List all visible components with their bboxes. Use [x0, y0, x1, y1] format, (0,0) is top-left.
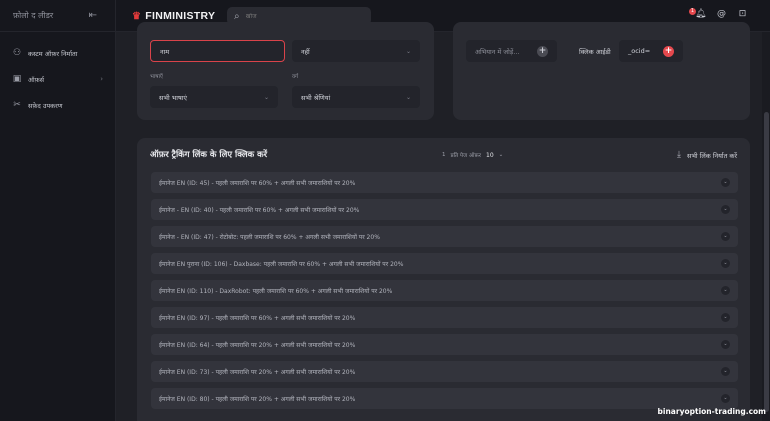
- add-click-id-icon[interactable]: +: [663, 45, 674, 57]
- offer-row[interactable]: ईमानेज - EN (ID: 40) - पहली जमाराशि पर 6…: [151, 199, 738, 220]
- category-select[interactable]: सभी श्रेणियां ⌄: [292, 86, 420, 108]
- language-select[interactable]: सभी भाषाएं ⌄: [150, 86, 278, 108]
- chevron-down-icon[interactable]: ⌄: [721, 232, 730, 241]
- category-label: वर्ग: [292, 74, 299, 80]
- click-id-value: _ocid=: [628, 47, 651, 55]
- sidebar: फ़ोलो द लीडर ⇤ ⚇ कस्टम ऑफ़र निर्माता ▣ ऑ…: [0, 0, 116, 421]
- chevron-down-icon[interactable]: ⌄: [721, 286, 730, 295]
- search-input[interactable]: [245, 12, 346, 20]
- offer-row-label: ईमानेज EN (ID: 64) - पहली जमाराशि पर 20%…: [159, 341, 356, 349]
- campaign-param-field[interactable]: अभियान में जोड़ें... +: [466, 40, 557, 62]
- offer-row[interactable]: ईमानेज EN (ID: 97) - पहली जमाराशि पर 60%…: [151, 307, 738, 328]
- export-label: सभी लिंक निर्यात करें: [686, 151, 737, 160]
- export-links-button[interactable]: ⤓ सभी लिंक निर्यात करें: [677, 150, 737, 160]
- offer-row[interactable]: ईमानेज - EN (ID: 47) - रोटोबोट: पहली जमा…: [151, 226, 738, 247]
- sidebar-item-custom-offer[interactable]: ⚇ कस्टम ऑफ़र निर्माता: [0, 42, 115, 64]
- brand-name: FINMINISTRY: [145, 10, 216, 22]
- gift-icon: ▣: [12, 74, 22, 84]
- offer-row[interactable]: ईमानेज EN (ID: 80) - पहली जमाराशि पर 20%…: [151, 388, 738, 409]
- chevron-down-icon: ⌄: [263, 93, 269, 101]
- chevron-down-icon[interactable]: ⌄: [721, 340, 730, 349]
- sidebar-header: फ़ोलो द लीडर ⇤: [0, 0, 115, 32]
- offer-row-label: ईमानेज - EN (ID: 40) - पहली जमाराशि पर 6…: [159, 206, 360, 214]
- status-select[interactable]: नहीं ⌄: [292, 40, 420, 62]
- sidebar-item-label: ऑफ़र्स: [28, 75, 45, 84]
- per-page-value: 10: [486, 151, 494, 159]
- sidebar-item-label: सफ़ेद उपकरण: [28, 101, 63, 110]
- tracking-params-card: अभियान में जोड़ें... + क्लिक आईडी _ocid=…: [453, 22, 750, 120]
- offer-row[interactable]: ईमानेज EN (ID: 110) - DaxRobot: पहली जमा…: [151, 280, 738, 301]
- crown-icon: ♛: [132, 10, 142, 22]
- category-select-value: सभी श्रेणियां: [301, 93, 331, 102]
- per-page-label: प्रति पेज ऑफ़र: [450, 153, 482, 159]
- users-icon: ⚇: [12, 48, 22, 58]
- chevron-down-icon[interactable]: ⌄: [721, 313, 730, 322]
- scrollbar[interactable]: [762, 32, 770, 421]
- offer-row-label: ईमानेज EN (ID: 97) - पहली जमाराशि पर 60%…: [159, 314, 356, 322]
- add-param-icon[interactable]: +: [537, 45, 548, 57]
- click-id-field[interactable]: _ocid= +: [619, 40, 683, 62]
- download-icon: ⤓: [676, 150, 681, 160]
- tools-icon: ✂: [13, 100, 21, 110]
- watermark-text: binaryoption-trading.com: [657, 407, 766, 416]
- offer-row-label: ईमानेज EN पुराना (ID: 106) - Daxbase: पह…: [159, 260, 404, 268]
- offer-row-label: ईमानेज EN (ID: 80) - पहली जमाराशि पर 20%…: [159, 395, 356, 403]
- offers-title: ऑफ़र ट्रैकिंग लिंक के लिए क्लिक करें: [150, 150, 268, 160]
- offer-row-label: ईमानेज EN (ID: 110) - DaxRobot: पहली जमा…: [159, 287, 393, 295]
- chevron-down-icon[interactable]: ⌄: [721, 367, 730, 376]
- name-field[interactable]: नाम: [150, 40, 285, 62]
- sidebar-toggle-icon[interactable]: ⇤: [89, 10, 97, 21]
- chevron-down-icon: ⌄: [405, 47, 411, 55]
- chevron-down-icon: ⌄: [405, 93, 411, 101]
- notification-badge: 1: [689, 8, 696, 15]
- search-icon: ⌕: [234, 10, 240, 22]
- brand-logo[interactable]: ♛ FINMINISTRY: [132, 10, 215, 22]
- offer-row-label: ईमानेज EN (ID: 73) - पहली जमाराशि पर 20%…: [159, 368, 356, 376]
- offer-row-label: ईमानेज EN (ID: 45) - पहली जमाराशि पर 60%…: [159, 179, 356, 187]
- per-page-prefix: 1: [442, 152, 446, 158]
- bell-icon[interactable]: 1 🔔︎: [689, 8, 706, 20]
- per-page-control[interactable]: 1 प्रति पेज ऑफ़र 10 ⌄: [442, 151, 504, 160]
- sidebar-title: फ़ोलो द लीडर: [13, 11, 54, 20]
- scrollbar-thumb[interactable]: [764, 112, 769, 412]
- language-label: भाषाएँ: [150, 74, 163, 80]
- chevron-right-icon: ›: [100, 75, 103, 83]
- sidebar-item-white-tools[interactable]: ✂ सफ़ेद उपकरण: [0, 94, 115, 116]
- name-field-placeholder: नाम: [160, 47, 170, 56]
- offer-row-label: ईमानेज - EN (ID: 47) - रोटोबोट: पहली जमा…: [159, 233, 380, 241]
- at-icon[interactable]: @: [716, 9, 727, 20]
- chevron-down-icon[interactable]: ⌄: [721, 178, 730, 187]
- offer-row[interactable]: ईमानेज EN (ID: 45) - पहली जमाराशि पर 60%…: [151, 172, 738, 193]
- sidebar-item-offers[interactable]: ▣ ऑफ़र्स ›: [0, 68, 115, 90]
- click-id-label: क्लिक आईडी: [579, 48, 611, 56]
- status-select-value: नहीं: [301, 47, 310, 56]
- campaign-param-placeholder: अभियान में जोड़ें...: [475, 47, 520, 56]
- offer-row[interactable]: ईमानेज EN पुराना (ID: 106) - Daxbase: पह…: [151, 253, 738, 274]
- language-select-value: सभी भाषाएं: [159, 93, 188, 102]
- top-icons: 1 🔔︎ @ ⊡: [689, 8, 748, 20]
- offers-panel: ऑफ़र ट्रैकिंग लिंक के लिए क्लिक करें 1 प…: [137, 138, 750, 421]
- chevron-down-icon: ⌄: [498, 152, 504, 158]
- account-icon[interactable]: ⊡: [737, 9, 748, 20]
- offer-row[interactable]: ईमानेज EN (ID: 73) - पहली जमाराशि पर 20%…: [151, 361, 738, 382]
- filter-card: नाम नहीं ⌄ भाषाएँ सभी भाषाएं ⌄ वर्ग सभी …: [137, 22, 434, 120]
- chevron-down-icon[interactable]: ⌄: [721, 259, 730, 268]
- chevron-down-icon[interactable]: ⌄: [721, 205, 730, 214]
- sidebar-item-label: कस्टम ऑफ़र निर्माता: [28, 49, 78, 58]
- offer-row[interactable]: ईमानेज EN (ID: 64) - पहली जमाराशि पर 20%…: [151, 334, 738, 355]
- chevron-down-icon[interactable]: ⌄: [721, 394, 730, 403]
